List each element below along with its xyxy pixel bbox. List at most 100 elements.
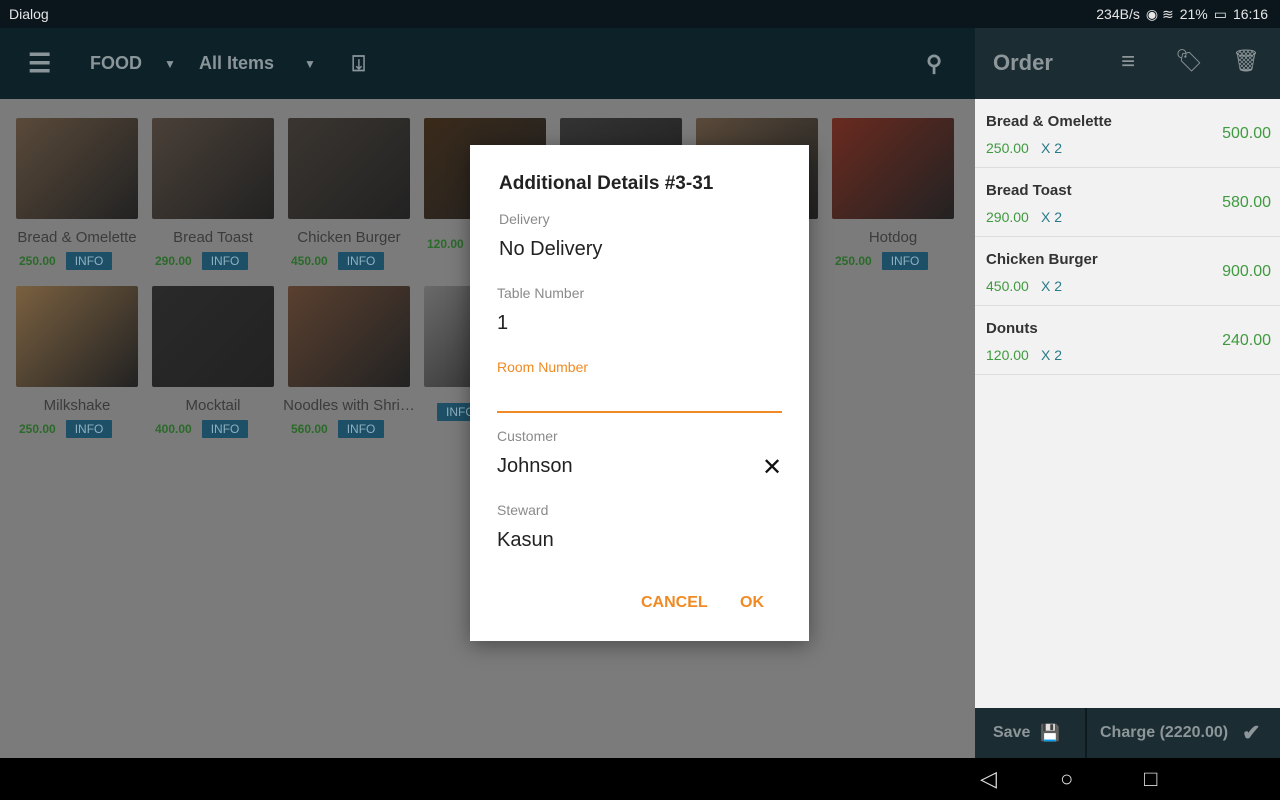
network-speed: 234B/s — [1096, 6, 1140, 22]
room-number-label: Room Number — [497, 359, 589, 375]
clock: 16:16 — [1232, 6, 1268, 22]
customer-label: Customer — [497, 428, 558, 444]
save-button[interactable]: Save 💾 — [975, 708, 1085, 758]
check-circle-icon: ✔ — [1242, 720, 1261, 745]
steward-label: Steward — [497, 502, 549, 518]
order-item-price: 450.00 — [986, 278, 1029, 294]
home-icon[interactable]: ○ — [1060, 766, 1073, 792]
order-item-qty: X 2 — [1041, 140, 1063, 156]
order-item-price: 290.00 — [986, 209, 1029, 225]
order-item-qty: X 2 — [1041, 347, 1063, 363]
item-price: 120.00 — [427, 237, 464, 251]
item-price: 250.00 — [835, 254, 872, 268]
wifi-icon: ◉ ≋ — [1145, 6, 1174, 22]
cancel-button[interactable]: CANCEL — [641, 594, 708, 612]
order-item[interactable]: Bread Toast 290.00 X 2 580.00 — [975, 168, 1280, 237]
order-item-price: 120.00 — [986, 347, 1029, 363]
item-card[interactable]: Hotdog 250.00 INFO — [832, 118, 954, 270]
download-icon[interactable]: ⍗ — [352, 28, 365, 99]
info-button[interactable]: INFO — [201, 420, 249, 438]
order-item-qty: X 2 — [1041, 209, 1063, 225]
item-price: 450.00 — [291, 254, 328, 268]
order-item-total: 500.00 — [1222, 125, 1271, 142]
recents-icon[interactable]: □ — [1144, 766, 1157, 792]
menu-icon[interactable]: ☰ — [28, 28, 51, 99]
back-icon[interactable]: ◁ — [980, 766, 997, 792]
order-item[interactable]: Donuts 120.00 X 2 240.00 — [975, 306, 1280, 375]
category-dropdown[interactable]: FOOD ▼ — [90, 28, 176, 99]
delivery-select[interactable]: No Delivery — [499, 238, 602, 261]
item-name: Chicken Burger — [297, 229, 401, 246]
info-button[interactable]: INFO — [201, 252, 249, 270]
item-name: Noodles with Shri… — [283, 397, 415, 414]
chevron-down-icon: ▼ — [304, 56, 316, 71]
item-price: 250.00 — [19, 254, 56, 268]
order-panel: Order ≡ 🏷 🗑 Bread & Omelette 250.00 X 2 500… — [975, 28, 1280, 758]
item-image — [288, 286, 410, 387]
order-item-name: Donuts — [986, 320, 1038, 337]
item-name: Mocktail — [185, 397, 241, 414]
item-name: Bread & Omelette — [17, 229, 137, 246]
clear-customer-icon[interactable]: ✕ — [762, 453, 782, 482]
item-image — [152, 286, 274, 387]
search-icon[interactable]: ⚲ — [926, 28, 942, 99]
save-label: Save — [993, 724, 1031, 741]
item-card[interactable]: Milkshake 250.00 INFO — [16, 286, 138, 438]
ok-button[interactable]: OK — [740, 594, 764, 612]
item-name: Hotdog — [868, 229, 918, 246]
order-item-qty: X 2 — [1041, 278, 1063, 294]
item-name: Milkshake — [43, 397, 111, 414]
info-button[interactable]: INFO — [337, 420, 385, 438]
order-item-total: 580.00 — [1222, 194, 1271, 211]
order-title: Order — [993, 50, 1053, 75]
item-price: 560.00 — [291, 422, 328, 436]
category-label: FOOD — [90, 53, 142, 73]
order-item-total: 900.00 — [1222, 263, 1271, 280]
order-item[interactable]: Chicken Burger 450.00 X 2 900.00 — [975, 237, 1280, 306]
item-card[interactable]: Noodles with Shri… 560.00 INFO — [283, 286, 415, 438]
item-price: 400.00 — [155, 422, 192, 436]
table-number-input[interactable]: 1 — [497, 312, 508, 335]
item-image — [832, 118, 954, 219]
filter-label: All Items — [199, 53, 275, 73]
info-button[interactable]: INFO — [65, 252, 113, 270]
order-item-name: Bread Toast — [986, 182, 1072, 199]
order-item-name: Bread & Omelette — [986, 113, 1112, 130]
chevron-down-icon: ▼ — [164, 56, 176, 71]
item-card[interactable]: Mocktail 400.00 INFO — [152, 286, 274, 438]
filter-dropdown[interactable]: All Items ▼ — [199, 28, 316, 99]
order-item[interactable]: Bread & Omelette 250.00 X 2 500.00 — [975, 99, 1280, 168]
info-button[interactable]: INFO — [881, 252, 929, 270]
delivery-label: Delivery — [499, 211, 550, 227]
item-image — [16, 118, 138, 219]
info-button[interactable]: INFO — [337, 252, 385, 270]
order-item-name: Chicken Burger — [986, 251, 1098, 268]
steward-field[interactable]: Kasun — [497, 529, 554, 552]
item-price: 250.00 — [19, 422, 56, 436]
battery-icon: ▭ — [1213, 6, 1227, 22]
trash-icon[interactable]: 🗑 — [1232, 48, 1260, 74]
order-item-total: 240.00 — [1222, 332, 1271, 349]
dialog-title: Additional Details #3-31 — [499, 173, 714, 194]
charge-button[interactable]: Charge (2220.00) ✔ — [1087, 708, 1280, 758]
floppy-icon: 💾 — [1040, 725, 1061, 742]
item-image — [288, 118, 410, 219]
sort-icon[interactable]: ≡ — [1121, 48, 1135, 76]
info-button[interactable]: INFO — [65, 420, 113, 438]
item-card[interactable]: Bread & Omelette 250.00 INFO — [16, 118, 138, 270]
tag-icon[interactable]: 🏷 — [1175, 48, 1203, 74]
item-card[interactable]: Chicken Burger 450.00 INFO — [288, 118, 410, 270]
item-name: Bread Toast — [173, 229, 253, 246]
status-bar: Dialog 234B/s ◉ ≋ 21% ▭ 16:16 — [0, 0, 1280, 28]
table-number-label: Table Number — [497, 285, 585, 301]
order-item-price: 250.00 — [986, 140, 1029, 156]
item-image — [152, 118, 274, 219]
room-number-input[interactable] — [497, 385, 782, 413]
customer-field[interactable]: Johnson — [497, 455, 573, 478]
item-image — [16, 286, 138, 387]
item-card[interactable]: Bread Toast 290.00 INFO — [152, 118, 274, 270]
navigation-bar: ◁ ○ □ — [0, 758, 1280, 800]
additional-details-dialog: Additional Details #3-31 Delivery No Del… — [470, 145, 809, 641]
app-bar: ☰ FOOD ▼ All Items ▼ ⍗ ⚲ — [0, 28, 975, 99]
status-app-name: Dialog — [9, 6, 49, 22]
